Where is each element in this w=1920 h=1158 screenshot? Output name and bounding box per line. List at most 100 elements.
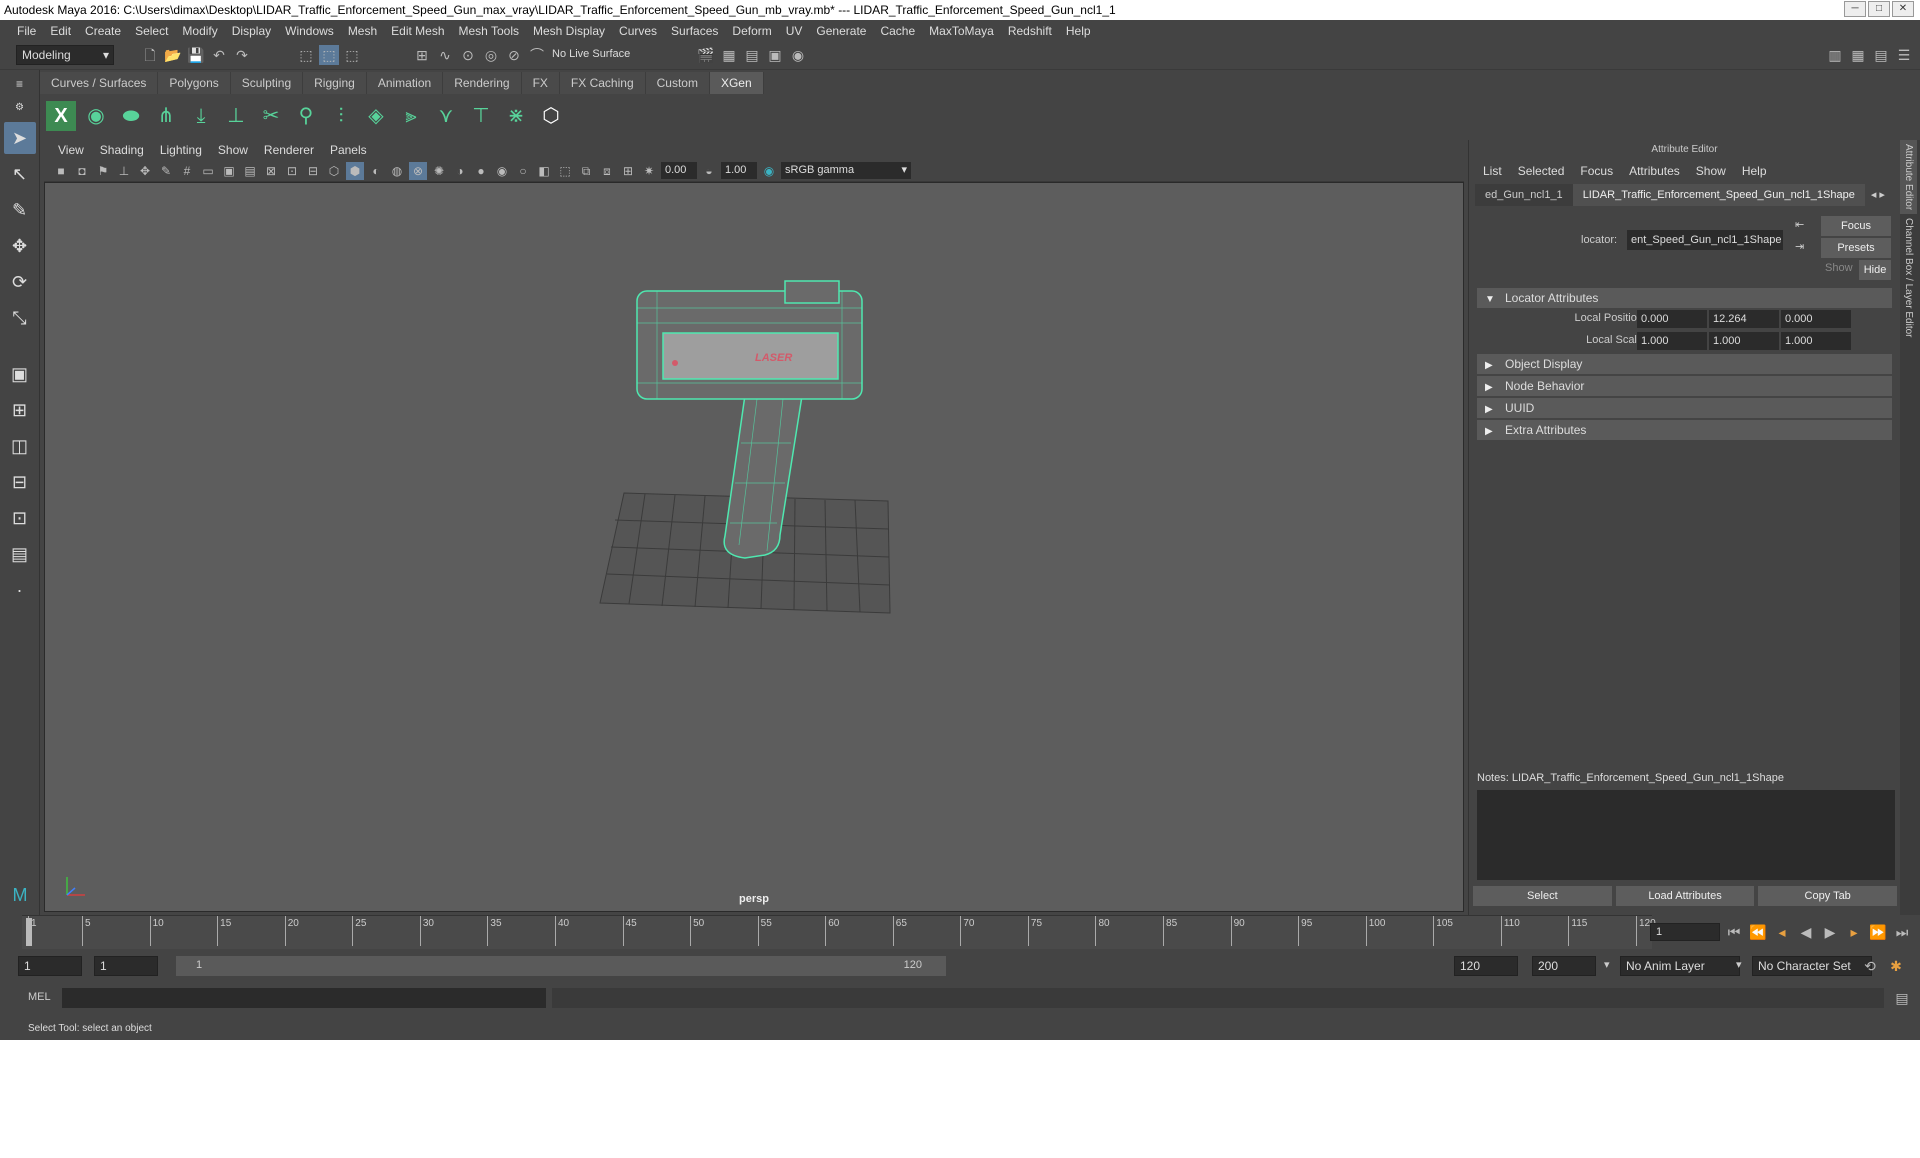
select-hierarchy-icon[interactable]: ⬚ [296,45,316,65]
close-button[interactable]: ✕ [1892,1,1914,17]
menu-redshift[interactable]: Redshift [1001,20,1059,42]
grow-icon[interactable]: ⋔ [151,101,181,131]
tab-curves-surfaces[interactable]: Curves / Surfaces [40,72,159,94]
menu-mesh[interactable]: Mesh [341,20,384,42]
xray-components-icon[interactable]: ⊞ [619,162,637,180]
paint-select-icon[interactable]: ✎ [4,194,36,226]
four-view-icon[interactable]: ⊞ [4,394,36,426]
grease-pencil-icon[interactable]: ✎ [157,162,175,180]
render-view-icon[interactable]: 🎬 [696,45,716,65]
2d-pan-icon[interactable]: ✥ [136,162,154,180]
local-position-y[interactable]: 12.264 [1709,310,1779,328]
tab-polygons[interactable]: Polygons [158,72,231,94]
gate-mask-icon[interactable]: ▤ [241,162,259,180]
ipr-render-icon[interactable]: ▤ [742,45,762,65]
move-tool-icon[interactable]: ✥ [4,230,36,262]
textured-icon[interactable]: ◍ [388,162,406,180]
xray-joints-icon[interactable]: ⧈ [598,162,616,180]
ae-menu-selected[interactable]: Selected [1510,160,1573,182]
exposure-icon[interactable]: ✷ [640,162,658,180]
local-scale-z[interactable]: 1.000 [1781,332,1851,350]
depth-of-field-icon[interactable]: ◧ [535,162,553,180]
xray-icon[interactable]: ⧉ [577,162,595,180]
render-settings-icon[interactable]: ▣ [765,45,785,65]
animation-start-field[interactable]: 1 [18,956,82,976]
playback-end-field[interactable]: 120 [1454,956,1518,976]
tab-fx-caching[interactable]: FX Caching [559,72,646,94]
undo-icon[interactable]: ↶ [209,45,229,65]
step-forward-frame-icon[interactable]: ▸ [1844,922,1864,942]
persp-graph-icon[interactable]: ⊟ [4,466,36,498]
snap-point-icon[interactable]: ⊙ [458,45,478,65]
safe-title-icon[interactable]: ⊟ [304,162,322,180]
open-scene-icon[interactable]: 📂 [163,45,183,65]
hide-button[interactable]: Hide [1859,260,1891,280]
snap-grid-icon[interactable]: ⊞ [412,45,432,65]
tab-xgen[interactable]: XGen [709,72,764,94]
ae-tab-shape[interactable]: LIDAR_Traffic_Enforcement_Speed_Gun_ncl1… [1572,184,1865,206]
color-management-icon[interactable]: ◉ [760,162,778,180]
exposure-field[interactable]: 0.00 [661,162,697,179]
gamma-icon[interactable]: ◒ [700,162,718,180]
copy-tab-button[interactable]: Copy Tab [1758,886,1898,906]
menu-cache[interactable]: Cache [873,20,922,42]
chevron-down-icon[interactable]: ▾ [1736,958,1742,971]
eye-icon[interactable]: ◉ [81,101,111,131]
menu-modify[interactable]: Modify [175,20,224,42]
vp-menu-lighting[interactable]: Lighting [152,140,210,160]
live-surface-label[interactable]: No Live Surface [552,48,630,60]
tab-scroll-arrows-icon[interactable]: ◂ ▸ [1865,184,1891,206]
vp-menu-view[interactable]: View [50,140,92,160]
range-slider[interactable]: 1 120 [176,956,946,976]
brush-icon[interactable]: ⋎ [431,101,461,131]
tab-fx[interactable]: FX [521,72,560,94]
menu-deform[interactable]: Deform [725,20,778,42]
section-uuid[interactable]: ▶ UUID [1477,398,1892,418]
smooth-shade-icon[interactable]: ⬢ [346,161,364,180]
xgen-icon[interactable]: X [46,101,76,131]
play-forwards-icon[interactable]: ▶ [1820,922,1840,942]
gamma-field[interactable]: 1.00 [721,162,757,179]
perspective-viewport[interactable]: LASER persp [44,182,1464,912]
playback-start-field[interactable]: 1 [94,956,158,976]
shelf-settings-icon[interactable]: ⚙ [4,98,36,118]
select-object-icon[interactable]: ⬚ [319,45,339,65]
noise-icon[interactable]: ⫶ [326,101,356,131]
select-component-icon[interactable]: ⬚ [342,45,362,65]
animation-end-field[interactable]: 200 [1532,956,1596,976]
default-material-icon[interactable]: ◐ [367,162,385,180]
menu-file[interactable]: File [10,20,43,42]
layers-icon[interactable]: ◈ [361,101,391,131]
length-icon[interactable]: ⊥ [221,101,251,131]
menu-curves[interactable]: Curves [612,20,664,42]
menu-windows[interactable]: Windows [278,20,341,42]
vp-menu-shading[interactable]: Shading [92,140,152,160]
anim-layer-dropdown[interactable]: No Anim Layer [1620,956,1740,976]
local-position-z[interactable]: 0.000 [1781,310,1851,328]
anti-alias-icon[interactable]: ○ [514,162,532,180]
node-name-field[interactable]: ent_Speed_Gun_ncl1_1Shape [1627,230,1783,250]
go-to-input-icon[interactable]: ⇤ [1795,218,1804,231]
smooth-icon[interactable]: ⊤ [466,101,496,131]
ae-menu-help[interactable]: Help [1734,160,1775,182]
tab-rendering[interactable]: Rendering [443,72,522,94]
graph-layout-icon[interactable]: ▤ [4,538,36,570]
select-tool-icon[interactable]: ➤ [3,122,36,154]
menu-surfaces[interactable]: Surfaces [664,20,725,42]
vp-menu-renderer[interactable]: Renderer [256,140,322,160]
menu-display[interactable]: Display [225,20,278,42]
menu-create[interactable]: Create [78,20,128,42]
redo-icon[interactable]: ↷ [232,45,252,65]
wireframe-on-shaded-icon[interactable]: ⊗ [409,161,427,180]
select-button[interactable]: Select [1473,886,1612,906]
section-extra-attributes[interactable]: ▶ Extra Attributes [1477,420,1892,440]
single-perspective-icon[interactable]: ▣ [4,358,36,390]
section-node-behavior[interactable]: ▶ Node Behavior [1477,376,1892,396]
select-guides-icon[interactable]: ⋇ [501,101,531,131]
cut-icon[interactable]: ✂ [256,101,286,131]
local-scale-y[interactable]: 1.000 [1709,332,1779,350]
image-plane-icon[interactable]: ⊥ [115,162,133,180]
minimize-button[interactable]: ─ [1844,1,1866,17]
menu-mesh-display[interactable]: Mesh Display [526,20,612,42]
ae-menu-focus[interactable]: Focus [1572,160,1621,182]
